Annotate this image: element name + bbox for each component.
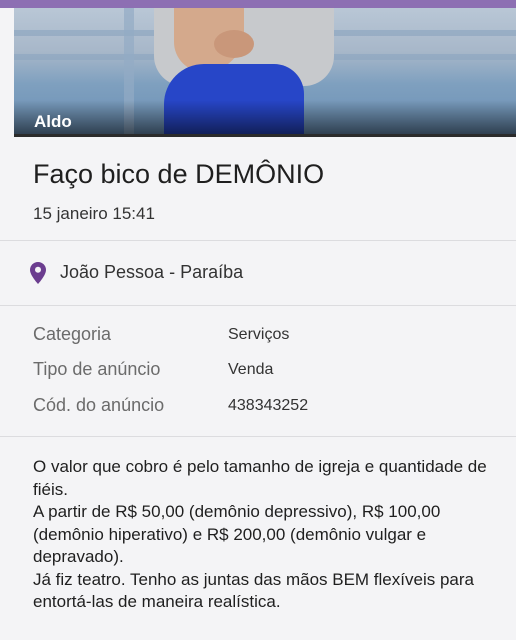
description-paragraph: Já fiz teatro. Tenho as juntas das mãos … bbox=[33, 569, 474, 612]
listing-location: João Pessoa - Paraíba bbox=[60, 262, 244, 282]
top-accent-bar bbox=[0, 0, 516, 8]
listing-photo[interactable] bbox=[14, 8, 516, 134]
listing-date: 15 janeiro 15:41 bbox=[33, 204, 155, 223]
description-paragraph: A partir de R$ 50,00 (demônio depressivo… bbox=[33, 502, 441, 566]
detail-label-ad-type: Tipo de anúncio bbox=[33, 359, 161, 379]
owner-name[interactable]: Aldo bbox=[34, 112, 72, 132]
divider bbox=[0, 240, 516, 241]
detail-label-category: Categoria bbox=[33, 324, 112, 344]
detail-value-ad-type: Venda bbox=[228, 361, 274, 378]
divider bbox=[0, 436, 516, 437]
detail-value-category: Serviços bbox=[228, 326, 290, 343]
detail-label-ad-code: Cód. do anúncio bbox=[33, 395, 165, 415]
photo-caption-shade bbox=[14, 100, 516, 134]
divider bbox=[0, 305, 516, 306]
listing-description: O valor que cobro é pelo tamanho de igre… bbox=[33, 456, 503, 614]
map-pin-icon bbox=[30, 262, 46, 284]
description-paragraph: O valor que cobro é pelo tamanho de igre… bbox=[33, 457, 487, 499]
listing-title: Faço bico de DEMÔNIO bbox=[33, 159, 325, 189]
photo-person-hand bbox=[214, 30, 254, 58]
photo-bottom-border bbox=[14, 134, 516, 137]
detail-value-ad-code: 438343252 bbox=[228, 397, 309, 414]
